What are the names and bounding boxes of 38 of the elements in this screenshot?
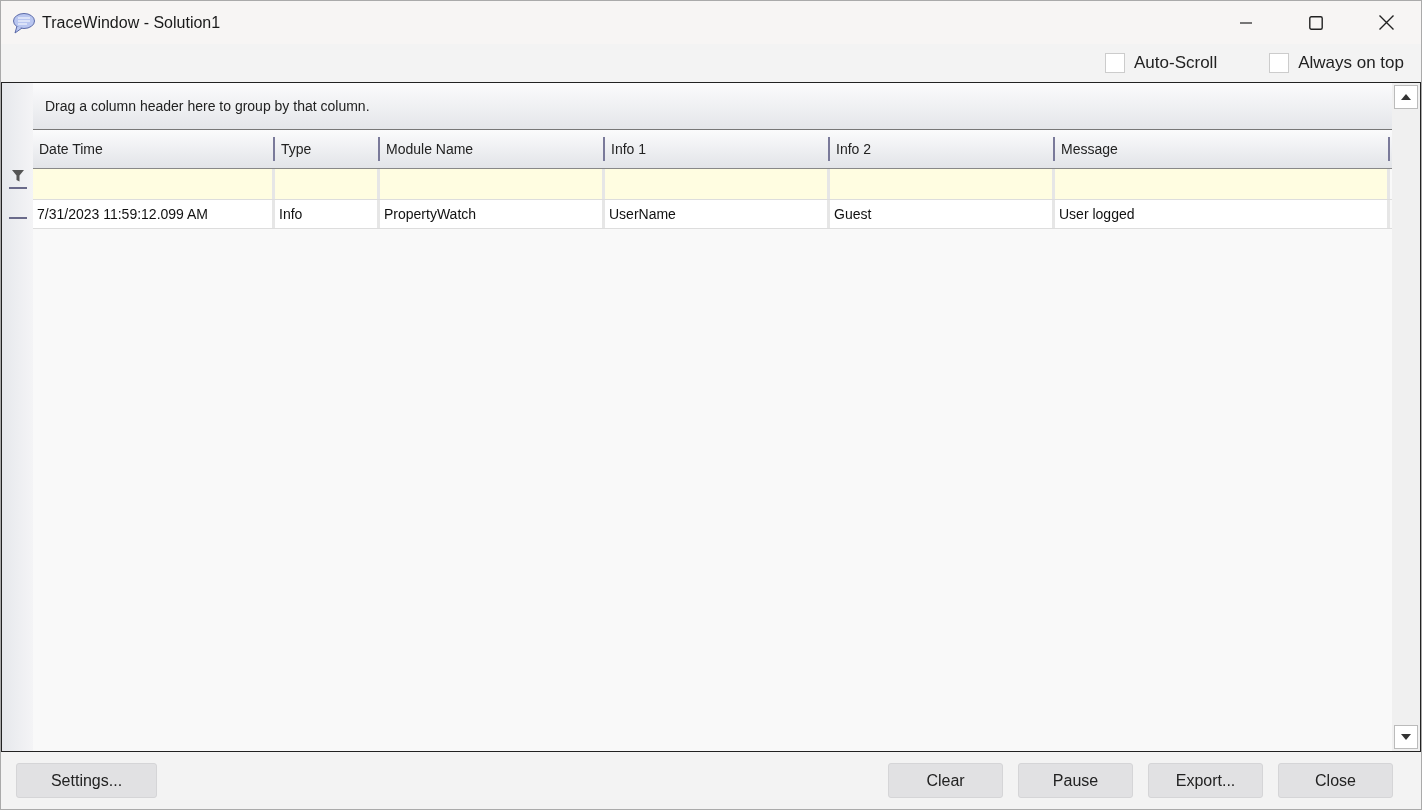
column-header[interactable]: Type xyxy=(275,137,380,161)
filter-cell[interactable] xyxy=(1055,169,1390,199)
checkbox-label[interactable]: Always on top xyxy=(1298,50,1404,76)
table-cell: Guest xyxy=(830,200,1055,228)
column-header[interactable]: Date Time xyxy=(33,137,275,161)
dialog-button[interactable]: Pause xyxy=(1018,763,1133,798)
column-header[interactable]: Info 1 xyxy=(605,137,830,161)
speech-bubble-icon xyxy=(12,11,36,34)
filter-cell[interactable] xyxy=(33,169,275,199)
window-title: TraceWindow - Solution1 xyxy=(42,12,221,33)
dialog-button[interactable]: Settings... xyxy=(16,763,157,798)
filter-cell[interactable] xyxy=(380,169,605,199)
dialog-button[interactable]: Export... xyxy=(1148,763,1263,798)
column-header[interactable]: Info 2 xyxy=(830,137,1055,161)
table-cell: Info xyxy=(275,200,380,228)
column-header[interactable]: Message xyxy=(1055,137,1390,161)
scroll-up-button[interactable] xyxy=(1394,85,1418,109)
checkbox-label[interactable]: Auto-Scroll xyxy=(1134,50,1218,76)
dialog-button[interactable]: Clear xyxy=(888,763,1003,798)
filter-cell[interactable] xyxy=(275,169,380,199)
filter-icon xyxy=(10,169,25,183)
column-header[interactable]: Module Name xyxy=(380,137,605,161)
scroll-down-button[interactable] xyxy=(1394,725,1418,749)
filter-cell[interactable] xyxy=(605,169,830,199)
close-icon xyxy=(1378,15,1394,30)
table-cell: PropertyWatch xyxy=(380,200,605,228)
maximize-icon xyxy=(1309,15,1323,30)
table-cell: User logged xyxy=(1055,200,1390,228)
group-hint: Drag a column header here to group by that column. xyxy=(45,96,370,116)
down-arrow-icon xyxy=(1401,734,1411,740)
checkbox[interactable] xyxy=(1269,53,1290,73)
table-cell: 7/31/2023 11:59:12.099 AM xyxy=(33,200,275,228)
dialog-button[interactable]: Close xyxy=(1278,763,1393,798)
minimize-icon xyxy=(1240,21,1252,24)
filter-cell[interactable] xyxy=(830,169,1055,199)
checkbox[interactable] xyxy=(1105,53,1125,73)
table-cell: UserName xyxy=(605,200,830,228)
up-arrow-icon xyxy=(1401,94,1411,100)
